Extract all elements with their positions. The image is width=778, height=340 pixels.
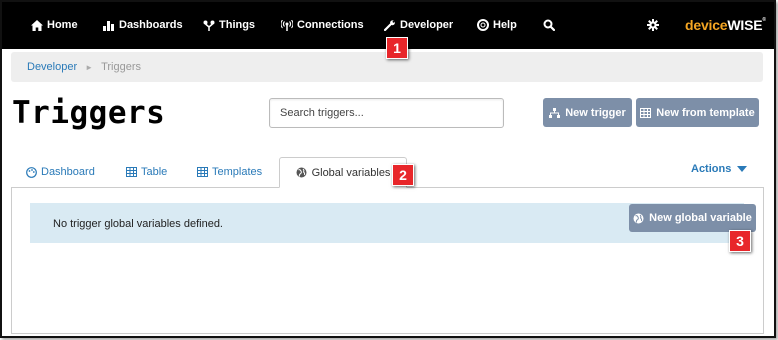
brand-wise: WISE	[727, 17, 763, 33]
nav-developer-label: Developer	[400, 19, 454, 31]
table-icon	[197, 167, 208, 177]
tab-dashboard[interactable]: Dashboard	[26, 164, 95, 180]
table-icon	[640, 107, 652, 118]
sitemap-icon	[549, 107, 561, 118]
nav-search-button[interactable]	[543, 17, 555, 33]
nav-dashboards-label: Dashboards	[119, 19, 183, 31]
new-trigger-button[interactable]: New trigger	[543, 98, 632, 127]
table-icon	[126, 167, 137, 177]
nav-help-label: Help	[493, 19, 517, 31]
brand-mark: ®	[762, 17, 766, 23]
nav-settings-button[interactable]	[647, 17, 659, 33]
caret-down-icon	[737, 166, 748, 172]
gear-icon	[647, 19, 659, 31]
new-global-variable-button[interactable]: New global variable	[629, 204, 756, 232]
nav-help[interactable]: Help	[477, 17, 517, 33]
new-from-template-button[interactable]: New from template	[636, 98, 759, 127]
new-global-variable-label: New global variable	[649, 212, 752, 224]
home-icon	[31, 19, 43, 31]
breadcrumb-triggers: Triggers	[101, 61, 141, 73]
search-icon	[543, 19, 555, 31]
page-title: Triggers	[12, 95, 166, 131]
app-window: Home Dashboards Things Connections Devel…	[0, 0, 776, 338]
actions-dropdown[interactable]: Actions	[691, 163, 748, 175]
nav-connections-label: Connections	[297, 19, 364, 31]
signal-icon	[281, 19, 293, 31]
callout-badge-1: 1	[386, 37, 408, 59]
tab-table-label: Table	[141, 166, 168, 178]
palette-icon	[26, 166, 37, 178]
globe-icon	[633, 213, 644, 223]
tab-dashboard-label: Dashboard	[41, 166, 95, 178]
empty-state-message: No trigger global variables defined.	[53, 218, 223, 230]
things-icon	[203, 20, 215, 31]
wrench-icon	[384, 19, 395, 31]
tab-templates-label: Templates	[212, 166, 263, 178]
tab-global-variables[interactable]: Global variables	[279, 157, 407, 188]
nav-developer[interactable]: Developer	[384, 17, 453, 33]
new-trigger-label: New trigger	[565, 106, 626, 119]
nav-home[interactable]: Home	[31, 17, 78, 33]
empty-state-alert: No trigger global variables defined. New…	[30, 203, 756, 243]
bar-chart-icon	[103, 20, 114, 31]
callout-badge-3: 3	[729, 230, 751, 252]
global-variables-panel: No trigger global variables defined. New…	[11, 187, 764, 334]
brand-device: device	[685, 17, 728, 33]
brand-logo[interactable]: deviceWISE®	[685, 17, 766, 33]
nav-things-label: Things	[219, 19, 256, 31]
tab-table[interactable]: Table	[126, 164, 167, 180]
search-input[interactable]	[269, 98, 504, 128]
nav-dashboards[interactable]: Dashboards	[103, 17, 183, 33]
lifebuoy-icon	[477, 19, 489, 31]
new-from-template-label: New from template	[656, 106, 755, 119]
nav-things[interactable]: Things	[203, 17, 255, 33]
nav-home-label: Home	[47, 19, 78, 31]
tab-global-variables-label: Global variables	[311, 166, 391, 179]
tab-templates[interactable]: Templates	[197, 164, 262, 180]
breadcrumb-developer[interactable]: Developer	[27, 61, 77, 73]
nav-connections[interactable]: Connections	[281, 17, 364, 33]
breadcrumb-separator: ►	[85, 62, 94, 72]
callout-badge-2: 2	[392, 164, 414, 186]
globe-icon	[296, 167, 307, 178]
actions-label: Actions	[691, 163, 732, 175]
